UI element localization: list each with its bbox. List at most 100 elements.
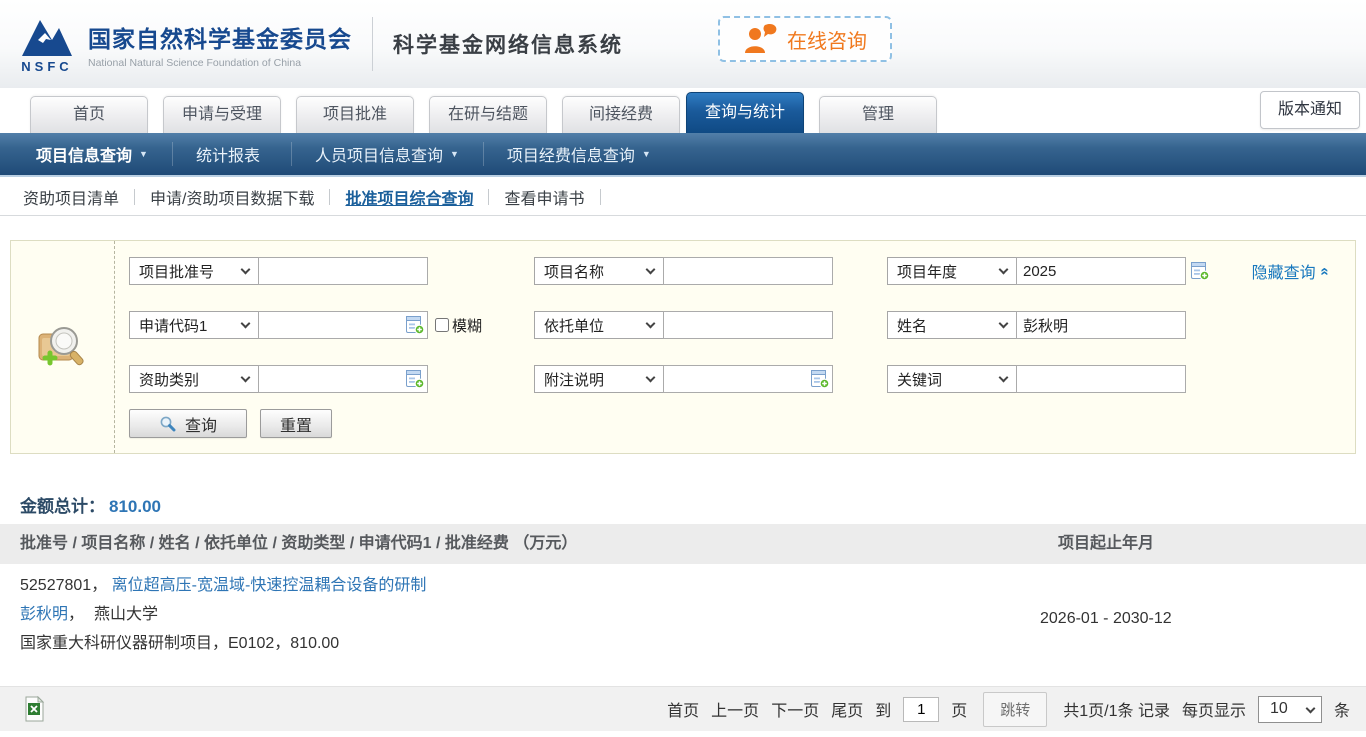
- query-button[interactable]: 查询: [129, 409, 247, 438]
- approval-no: 52527801，: [20, 577, 107, 594]
- page-prev-link[interactable]: 上一页: [711, 697, 759, 721]
- project-name-select[interactable]: 项目名称: [534, 257, 664, 285]
- chevron-down-icon: [646, 372, 656, 382]
- select-label: 资助类别: [139, 369, 199, 390]
- reset-button-label: 重置: [280, 412, 312, 436]
- select-label: 依托单位: [544, 315, 604, 336]
- chevron-up-icon: «: [1316, 267, 1333, 275]
- org-name-en: National Natural Science Foundation of C…: [88, 57, 352, 69]
- nsfc-logo-text: NSFC: [21, 59, 72, 74]
- annotation-select[interactable]: 附注说明: [534, 365, 664, 393]
- chevron-down-icon: ▼: [139, 149, 148, 159]
- institution-input[interactable]: [663, 311, 833, 339]
- results-period-column-label: 项目起止年月: [1058, 524, 1154, 564]
- chevron-down-icon: ▼: [450, 149, 459, 159]
- project-year-input[interactable]: [1016, 257, 1186, 285]
- field-annotation: 附注说明: [534, 365, 833, 393]
- nsfc-logo: NSFC: [14, 14, 80, 74]
- category-picker-icon[interactable]: [405, 369, 425, 389]
- page-root: NSFC 国家自然科学基金委员会 National Natural Scienc…: [0, 0, 1366, 737]
- tab-project-approval[interactable]: 项目批准: [296, 96, 414, 133]
- crumb-approved-project-query[interactable]: 批准项目综合查询: [345, 185, 473, 209]
- version-notice-button[interactable]: 版本通知: [1260, 91, 1360, 129]
- online-consult-label: 在线咨询: [787, 25, 867, 54]
- nav-separator: [329, 189, 330, 205]
- fuzzy-label: 模糊: [452, 315, 482, 336]
- page-first-link[interactable]: 首页: [667, 697, 699, 721]
- secondary-nav: 项目信息查询 ▼ 统计报表 人员项目信息查询 ▼ 项目经费信息查询 ▼: [0, 133, 1366, 177]
- annotation-picker-icon[interactable]: [810, 369, 830, 389]
- goto-page-input[interactable]: [903, 697, 939, 722]
- reset-button[interactable]: 重置: [260, 409, 332, 438]
- per-page-select[interactable]: 10: [1258, 696, 1322, 723]
- subnav-statistical-reports[interactable]: 统计报表: [172, 133, 291, 175]
- page-next-link[interactable]: 下一页: [771, 697, 819, 721]
- jump-button[interactable]: 跳转: [983, 692, 1047, 727]
- crumb-project-data-download[interactable]: 申请/资助项目数据下载: [150, 185, 314, 209]
- subnav-personnel-project-query[interactable]: 人员项目信息查询 ▼: [291, 133, 483, 175]
- code-picker-icon[interactable]: [405, 315, 425, 335]
- project-title-link[interactable]: 离位超高压-宽温域-快速控温耦合设备的研制: [112, 577, 427, 594]
- person-name-input[interactable]: [1016, 311, 1186, 339]
- crumb-funded-project-list[interactable]: 资助项目清单: [23, 185, 119, 209]
- page-unit-label: 页: [951, 697, 967, 721]
- select-label: 项目批准号: [139, 261, 214, 282]
- chevron-down-icon: [241, 264, 251, 274]
- search-plus-icon: [37, 324, 89, 370]
- funding-category-input[interactable]: [258, 365, 428, 393]
- panel-icon-zone: [11, 241, 115, 453]
- tab-query-statistics[interactable]: 查询与统计: [686, 92, 804, 133]
- funding-category-select[interactable]: 资助类别: [129, 365, 259, 393]
- app-header: NSFC 国家自然科学基金委员会 National Natural Scienc…: [0, 0, 1366, 88]
- tab-research-completion[interactable]: 在研与结题: [429, 96, 547, 133]
- crumb-view-application[interactable]: 查看申请书: [504, 185, 584, 209]
- tab-home[interactable]: 首页: [30, 96, 148, 133]
- amount-total-label: 金额总计：: [20, 497, 105, 516]
- hide-query-link[interactable]: 隐藏查询 «: [1252, 259, 1329, 283]
- page-last-link[interactable]: 尾页: [831, 697, 863, 721]
- footer-bar: 首页 上一页 下一页 尾页 到 页 跳转 共1页/1条 记录 每页显示 10 条: [0, 686, 1366, 731]
- field-project-name: 项目名称: [534, 257, 833, 285]
- results-columns-label: 批准号 / 项目名称 / 姓名 / 依托单位 / 资助类型 / 申请代码1 / …: [20, 524, 577, 564]
- subnav-project-funds-query[interactable]: 项目经费信息查询 ▼: [483, 133, 675, 175]
- nav-separator: [488, 189, 489, 205]
- header-divider: [372, 17, 373, 71]
- keyword-select[interactable]: 关键词: [887, 365, 1017, 393]
- project-year-select[interactable]: 项目年度: [887, 257, 1017, 285]
- result-line-2: 彭秋明，燕山大学: [20, 600, 1036, 629]
- search-actions: 查询 重置: [129, 409, 332, 438]
- person-name-link[interactable]: 彭秋明: [20, 606, 68, 623]
- annotation-input[interactable]: [663, 365, 833, 393]
- fuzzy-checkbox[interactable]: [435, 318, 449, 332]
- apply-code-input[interactable]: [258, 311, 428, 339]
- keyword-input[interactable]: [1016, 365, 1186, 393]
- consult-person-icon: [743, 23, 779, 55]
- approval-no-select[interactable]: 项目批准号: [129, 257, 259, 285]
- hide-query-label: 隐藏查询: [1252, 259, 1316, 283]
- field-institution: 依托单位: [534, 311, 833, 339]
- subnav-project-info-query[interactable]: 项目信息查询 ▼: [12, 133, 172, 175]
- select-label: 附注说明: [544, 369, 604, 390]
- chevron-down-icon: [999, 372, 1009, 382]
- tab-apply-accept[interactable]: 申请与受理: [163, 96, 281, 133]
- per-page-value: 10: [1270, 700, 1288, 718]
- project-name-input[interactable]: [663, 257, 833, 285]
- org-name-cn: 国家自然科学基金委员会: [88, 20, 352, 54]
- amount-total: 金额总计：810.00: [20, 492, 161, 517]
- tertiary-nav: 资助项目清单 申请/资助项目数据下载 批准项目综合查询 查看申请书: [0, 179, 1366, 216]
- amount-total-value: 810.00: [109, 497, 161, 516]
- apply-code-select[interactable]: 申请代码1: [129, 311, 259, 339]
- person-separator: ，: [68, 606, 84, 623]
- tab-indirect-funds[interactable]: 间接经费: [562, 96, 680, 133]
- tab-management[interactable]: 管理: [819, 96, 937, 133]
- excel-export-icon[interactable]: [22, 696, 46, 722]
- year-picker-icon[interactable]: [1190, 261, 1210, 281]
- approval-no-input[interactable]: [258, 257, 428, 285]
- institution-select[interactable]: 依托单位: [534, 311, 664, 339]
- select-label: 申请代码1: [139, 315, 207, 336]
- subnav-label: 统计报表: [196, 142, 260, 166]
- online-consult-button[interactable]: 在线咨询: [718, 16, 892, 62]
- chevron-down-icon: [241, 318, 251, 328]
- system-name: 科学基金网络信息系统: [393, 29, 623, 59]
- person-name-select[interactable]: 姓名: [887, 311, 1017, 339]
